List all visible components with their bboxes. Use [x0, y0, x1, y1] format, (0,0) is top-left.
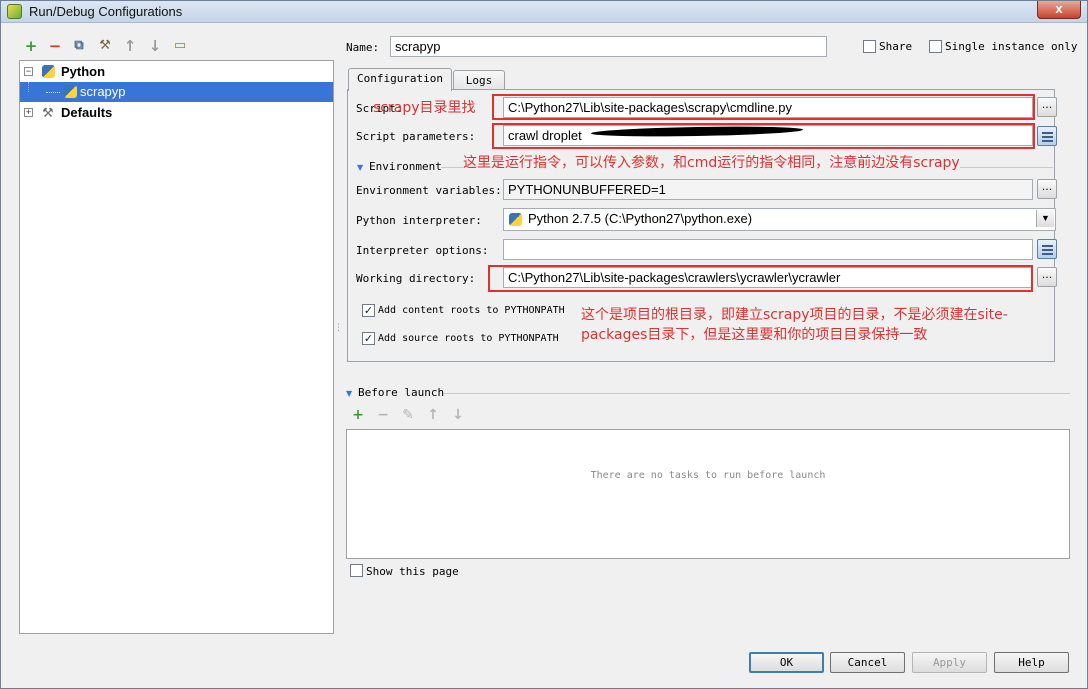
- python-interpreter-value: Python 2.7.5 (C:\Python27\python.exe): [528, 211, 753, 226]
- title-bar: Run/Debug Configurations x: [1, 1, 1087, 23]
- annotation-box-params: [492, 123, 1035, 149]
- python-interpreter-select[interactable]: Python 2.7.5 (C:\Python27\python.exe) ▼: [503, 208, 1056, 231]
- run-debug-dialog: Run/Debug Configurations x + − ⧉ ⚒ ↑ ↓ ▭…: [0, 0, 1088, 689]
- name-input[interactable]: scrapyp: [390, 36, 827, 57]
- interpreter-options-input[interactable]: [503, 239, 1033, 260]
- add-content-roots-label: Add content roots to PYTHONPATH: [378, 305, 565, 316]
- collapse-environment-icon[interactable]: ▼: [357, 163, 363, 172]
- collapse-before-launch-icon[interactable]: ▼: [346, 389, 352, 398]
- edit-task-icon[interactable]: ✎: [400, 407, 416, 423]
- add-icon[interactable]: +: [23, 38, 39, 54]
- cancel-button[interactable]: Cancel: [830, 652, 905, 673]
- tree-item-defaults[interactable]: + ⚒ Defaults: [20, 103, 333, 123]
- window-title: Run/Debug Configurations: [29, 4, 183, 19]
- tree-item-label: Defaults: [61, 105, 113, 120]
- before-launch-task-list[interactable]: There are no tasks to run before launch: [346, 429, 1070, 559]
- chevron-down-icon[interactable]: ▼: [1036, 210, 1054, 227]
- browse-script-button[interactable]: ...: [1037, 97, 1057, 117]
- move-task-up-icon[interactable]: ↑: [425, 407, 441, 423]
- working-directory-label: Working directory:: [356, 272, 476, 285]
- move-down-icon[interactable]: ↓: [147, 38, 163, 54]
- apply-button[interactable]: Apply: [912, 652, 987, 673]
- python-icon: [64, 85, 77, 98]
- python-interpreter-label: Python interpreter:: [356, 214, 482, 227]
- name-label: Name:: [346, 41, 380, 54]
- share-checkbox[interactable]: [863, 40, 876, 53]
- wrench-icon: ⚒: [42, 105, 54, 120]
- splitter-handle[interactable]: ⋮: [334, 324, 343, 333]
- python-icon: [42, 65, 55, 78]
- annotation-workdir-note-1: 这个是项目的根目录，即建立scrapy项目的目录，不是必须建在site-: [581, 307, 1008, 323]
- add-content-roots-checkbox[interactable]: ✓: [362, 304, 375, 317]
- tree-item-label: scrapyp: [80, 84, 126, 99]
- add-task-icon[interactable]: +: [350, 407, 366, 423]
- environment-section-label: Environment: [369, 160, 442, 173]
- before-launch-label: Before launch: [358, 386, 445, 399]
- remove-task-icon[interactable]: −: [375, 407, 391, 423]
- environment-variables-label: Environment variables:: [356, 184, 502, 197]
- ok-button[interactable]: OK: [749, 652, 824, 673]
- remove-icon[interactable]: −: [47, 38, 63, 54]
- share-label: Share: [879, 40, 913, 53]
- move-task-down-icon[interactable]: ↓: [450, 407, 466, 423]
- annotation-workdir-note-2: packages目录下，但是这里要和你的项目目录保持一致: [581, 327, 928, 343]
- script-parameters-label: Script parameters:: [356, 130, 476, 143]
- add-source-roots-checkbox[interactable]: ✓: [362, 332, 375, 345]
- expand-interpreter-options-button[interactable]: [1037, 239, 1057, 259]
- add-source-roots-label: Add source roots to PYTHONPATH: [378, 333, 559, 344]
- single-instance-label: Single instance only: [945, 40, 1078, 53]
- tree-item-label: Python: [61, 64, 106, 79]
- single-instance-checkbox[interactable]: [929, 40, 942, 53]
- collapse-icon[interactable]: −: [24, 67, 33, 76]
- browse-working-directory-button[interactable]: ...: [1037, 267, 1057, 287]
- expand-parameters-button[interactable]: [1037, 126, 1057, 146]
- show-this-page-checkbox[interactable]: [350, 564, 363, 577]
- tree-item-python[interactable]: − Python: [20, 62, 333, 82]
- configuration-tree: − Python scrapyp + ⚒ Defaults: [19, 60, 334, 634]
- annotation-box-script: [492, 94, 1035, 120]
- edit-env-vars-button[interactable]: ...: [1037, 179, 1057, 199]
- expand-icon[interactable]: +: [24, 108, 33, 117]
- move-up-icon[interactable]: ↑: [122, 38, 138, 54]
- copy-icon[interactable]: ⧉: [71, 38, 87, 54]
- python-icon: [509, 213, 522, 226]
- tree-item-scrapyp[interactable]: scrapyp: [20, 82, 333, 102]
- annotation-script-note: scrapy目录里找: [373, 100, 476, 116]
- before-launch-separator: [443, 393, 1070, 394]
- tab-configuration[interactable]: Configuration: [348, 68, 452, 91]
- show-this-page-label: Show this page: [366, 565, 459, 578]
- interpreter-options-label: Interpreter options:: [356, 244, 489, 257]
- help-button[interactable]: Help: [994, 652, 1069, 673]
- annotation-params-note: 这里是运行指令，可以传入参数，和cmd运行的指令相同，注意前边没有scrapy: [463, 152, 960, 172]
- app-icon: [7, 4, 22, 19]
- folder-icon[interactable]: ▭: [172, 38, 188, 54]
- empty-tasks-text: There are no tasks to run before launch: [590, 470, 826, 481]
- annotation-box-workdir: [488, 265, 1033, 292]
- close-button[interactable]: x: [1037, 1, 1081, 19]
- edit-defaults-icon[interactable]: ⚒: [97, 38, 113, 54]
- environment-variables-input[interactable]: PYTHONUNBUFFERED=1: [503, 179, 1033, 200]
